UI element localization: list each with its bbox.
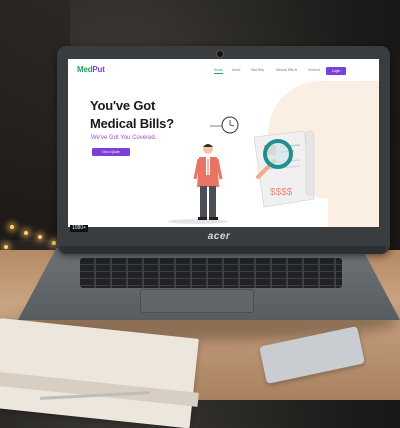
laptop-brand-logo: acer bbox=[207, 231, 231, 242]
laptop-hinge bbox=[60, 246, 386, 254]
man-figure bbox=[193, 144, 223, 220]
touchpad bbox=[140, 289, 254, 313]
resolution-watermark: 1080+ bbox=[70, 225, 89, 232]
receipt-dollar-text: $$$$ bbox=[270, 187, 293, 198]
keyboard bbox=[80, 258, 342, 288]
clock-icon bbox=[210, 116, 239, 134]
laptop-screen: MedPut Home About Med Bills Medical Bill… bbox=[68, 59, 379, 227]
webcam-icon bbox=[216, 50, 224, 58]
hero-illustration: $$$$ bbox=[193, 116, 315, 220]
